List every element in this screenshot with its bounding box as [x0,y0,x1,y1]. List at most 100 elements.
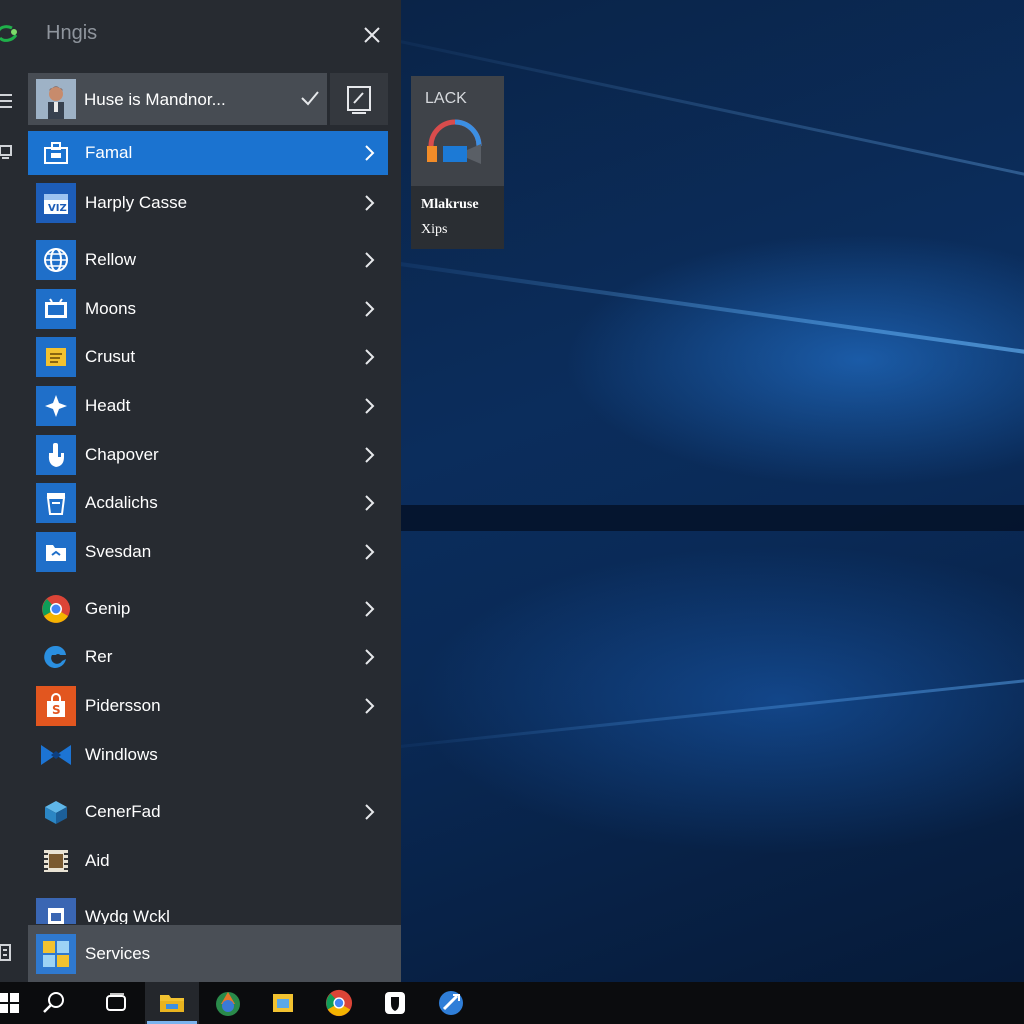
svg-text:S: S [52,703,61,717]
chevron-right-icon [365,252,375,268]
chevron-right-icon [365,195,375,211]
edge-button[interactable] [424,982,478,1024]
chevron-right-icon [365,447,375,463]
folder-icon [36,532,76,572]
menu-item-label: Pidersson [85,696,161,715]
edit-icon [347,86,371,114]
menu-item[interactable]: Crusut [28,335,388,379]
chevron-right-icon [365,349,375,365]
menu-item[interactable]: Moons [28,287,388,331]
check-icon[interactable] [300,89,320,107]
folder-icon [273,994,293,1012]
file-explorer-icon [160,995,184,1012]
shopping-bag-icon: S [36,686,76,726]
menu-item[interactable]: Genip [28,587,388,631]
edge-icon [36,637,76,677]
menu-item[interactable]: Wydg Wckl [28,894,388,924]
power-menu-icon[interactable] [0,944,14,962]
menu-item[interactable]: VIZ Harply Casse [28,181,388,225]
menu-item[interactable]: CenerFad [28,790,388,834]
chevron-right-icon [365,601,375,617]
hamburger-icon[interactable] [0,92,14,110]
menu-item[interactable]: Windlows [28,733,388,777]
monitor-icon [36,289,76,329]
start-menu-header: Hngis [0,0,401,70]
chrome-icon [325,989,353,1017]
all-apps-icon[interactable] [0,143,14,161]
chevron-right-icon [365,398,375,414]
logo-icon [0,25,18,42]
chevron-right-icon [365,301,375,317]
menu-item[interactable]: Acdalichs [28,481,388,525]
wallpaper-light-beam [399,671,1024,748]
wallpaper-dark-band [400,505,1024,531]
search-button[interactable] [27,982,81,1024]
chrome-icon [36,589,76,629]
security-button[interactable] [368,982,422,1024]
media-player-button[interactable] [201,982,255,1024]
file-explorer-button[interactable] [145,982,199,1024]
menu-item-label: Chapover [85,445,159,464]
menu-item[interactable]: Chapover [28,433,388,477]
tile-caption-line: Xips [421,222,448,237]
folder-button[interactable] [256,982,310,1024]
menu-item-label: Aid [85,851,110,870]
tile-caption [411,186,504,249]
visual-studio-icon [36,735,76,775]
menu-item-label: Headt [85,396,131,415]
menu-item-label: Harply Casse [85,193,188,212]
task-view-button[interactable] [89,982,143,1024]
wallpaper-light-beam [399,262,1024,364]
chrome-button[interactable] [312,982,366,1024]
services-row[interactable]: Services [28,925,401,982]
menu-item-label: CenerFad [85,802,161,821]
services-label: Services [85,944,151,963]
chevron-right-icon [365,649,375,665]
cube-icon [36,792,76,832]
menu-item[interactable]: Famal [28,131,388,175]
chevron-right-icon [365,698,375,714]
menu-item[interactable]: Rellow [28,238,388,282]
camera-icon [427,119,482,164]
menu-item-label: Rer [85,647,113,666]
user-account-row[interactable]: Huse is Mandnor... [28,73,327,125]
menu-item-label: Acdalichs [85,493,158,512]
start-menu-title: Hngis [46,22,98,44]
media-player-icon [216,992,240,1016]
start-menu: Hngis Huse is Mandnor... Famal VIZ Harpl… [0,0,401,982]
menu-item-label: Genip [85,599,131,618]
menu-item-label: Windlows [85,745,158,764]
menu-item[interactable]: Aid [28,839,388,883]
menu-item-label: Moons [85,299,137,318]
close-icon [364,27,380,43]
folder-icon [36,337,76,377]
search-icon [43,992,64,1013]
briefcase-icon [36,133,76,173]
chevron-right-icon [365,495,375,511]
chevron-right-icon [365,804,375,820]
taskbar [0,982,1024,1024]
hand-icon [36,435,76,475]
app-tile[interactable]: LACK Mlakruse Xips [411,76,504,249]
windows-start-icon [0,993,19,1013]
avatar [36,79,76,119]
menu-item-label: Rellow [85,250,137,269]
menu-item[interactable]: Headt [28,384,388,428]
film-icon [36,841,76,881]
calendar-icon: VIZ [36,183,76,223]
menu-item-label: Crusut [85,347,136,366]
document-icon [36,898,76,924]
chevron-right-icon [365,145,375,161]
close-button[interactable] [356,20,388,50]
menu-item[interactable]: Rer [28,635,388,679]
menu-item[interactable]: Svesdan [28,530,388,574]
tile-caption-line: Mlakruse [421,197,479,212]
menu-item-label: Famal [85,143,133,162]
menu-item[interactable]: S Pidersson [28,684,388,728]
edit-button[interactable] [330,73,388,125]
star-icon [36,386,76,426]
task-view-icon [106,993,126,1011]
menu-item-label: Wydg Wckl [85,907,170,924]
services-icon [36,934,76,974]
chevron-right-icon [365,544,375,560]
